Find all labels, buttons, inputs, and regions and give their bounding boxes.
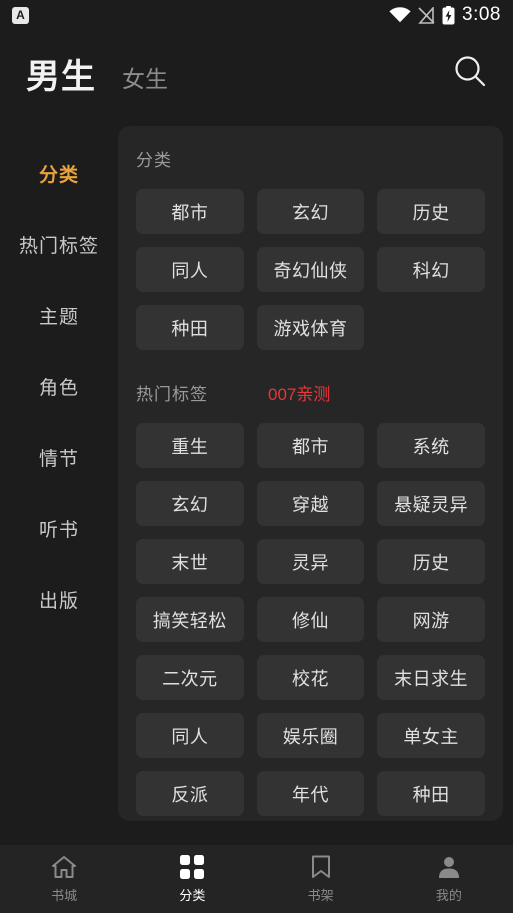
nav-label-bookstore: 书城 xyxy=(51,888,78,903)
nav-item-bookshelf[interactable]: 书架 xyxy=(257,845,385,913)
nav-item-category[interactable]: 分类 xyxy=(128,845,256,913)
chip-hot-14[interactable]: 末日求生 xyxy=(377,655,485,700)
chip-category-0[interactable]: 都市 xyxy=(136,189,244,234)
home-icon xyxy=(51,854,77,880)
chip-hot-15[interactable]: 同人 xyxy=(136,713,244,758)
chip-hot-5[interactable]: 悬疑灵异 xyxy=(377,481,485,526)
tag-panel[interactable]: 分类 都市 玄幻 历史 同人 奇幻仙侠 科幻 种田 游戏体育 热门标签 007亲… xyxy=(118,126,503,821)
chip-hot-9[interactable]: 搞笑轻松 xyxy=(136,597,244,642)
chip-category-4[interactable]: 奇幻仙侠 xyxy=(256,247,365,292)
category-sidebar: 分类 热门标签 主题 角色 情节 听书 出版 xyxy=(0,116,118,821)
status-bar-left: A xyxy=(12,6,29,24)
sidebar-item-role[interactable]: 角色 xyxy=(0,351,118,422)
section-title-hot-tags: 热门标签 xyxy=(136,385,208,404)
chip-hot-2[interactable]: 系统 xyxy=(377,423,485,468)
nav-label-bookshelf: 书架 xyxy=(307,888,334,903)
status-bar: A 3:08 xyxy=(0,0,513,30)
search-button[interactable] xyxy=(449,52,491,94)
sidebar-item-theme[interactable]: 主题 xyxy=(0,280,118,351)
main-content: 分类 热门标签 主题 角色 情节 听书 出版 分类 都市 玄幻 历史 同人 奇幻… xyxy=(0,116,513,821)
chip-hot-13[interactable]: 校花 xyxy=(256,655,365,700)
grid-icon xyxy=(179,854,205,880)
chip-hot-16[interactable]: 娱乐圈 xyxy=(256,713,365,758)
chip-category-2[interactable]: 历史 xyxy=(377,189,485,234)
nav-label-category: 分类 xyxy=(179,888,206,903)
wifi-icon xyxy=(389,7,411,23)
chip-hot-10[interactable]: 修仙 xyxy=(256,597,365,642)
chip-hot-1[interactable]: 都市 xyxy=(256,423,365,468)
status-bar-clock: 3:08 xyxy=(462,4,501,25)
app-notification-icon: A xyxy=(12,6,29,24)
nav-item-profile[interactable]: 我的 xyxy=(385,845,513,913)
chip-hot-6[interactable]: 末世 xyxy=(136,539,244,584)
nav-item-bookstore[interactable]: 书城 xyxy=(0,845,128,913)
chip-hot-7[interactable]: 灵异 xyxy=(256,539,365,584)
bottom-navigation: 书城 分类 书架 我的 xyxy=(0,845,513,913)
tab-female[interactable]: 女生 xyxy=(122,60,168,94)
nav-label-profile: 我的 xyxy=(435,888,462,903)
chip-hot-8[interactable]: 历史 xyxy=(377,539,485,584)
chip-hot-12[interactable]: 二次元 xyxy=(136,655,244,700)
watermark-label: 007亲测 xyxy=(268,385,331,404)
chip-hot-4[interactable]: 穿越 xyxy=(256,481,365,526)
chip-category-3[interactable]: 同人 xyxy=(136,247,244,292)
chip-hot-19[interactable]: 年代 xyxy=(256,771,365,816)
signal-off-icon xyxy=(418,6,435,24)
section-header-hot: 热门标签 007亲测 xyxy=(136,380,485,405)
chip-category-6[interactable]: 种田 xyxy=(136,305,244,350)
tab-male[interactable]: 男生 xyxy=(26,49,96,98)
sidebar-item-fenlei[interactable]: 分类 xyxy=(0,138,118,209)
sidebar-item-audiobook[interactable]: 听书 xyxy=(0,493,118,564)
chip-hot-0[interactable]: 重生 xyxy=(136,423,244,468)
section-title-category: 分类 xyxy=(136,151,172,170)
bookmark-icon xyxy=(310,854,332,880)
sidebar-item-plot[interactable]: 情节 xyxy=(0,422,118,493)
chip-hot-11[interactable]: 网游 xyxy=(377,597,485,642)
battery-charging-icon xyxy=(442,5,455,25)
person-icon xyxy=(437,854,461,880)
status-bar-right: 3:08 xyxy=(389,4,501,26)
chip-hot-17[interactable]: 单女主 xyxy=(377,713,485,758)
chip-hot-18[interactable]: 反派 xyxy=(136,771,244,816)
hot-tag-chip-grid: 重生 都市 系统 玄幻 穿越 悬疑灵异 末世 灵异 历史 搞笑轻松 修仙 网游 … xyxy=(136,423,485,816)
chip-category-1[interactable]: 玄幻 xyxy=(256,189,365,234)
chip-category-5[interactable]: 科幻 xyxy=(377,247,485,292)
chip-hot-3[interactable]: 玄幻 xyxy=(136,481,244,526)
category-chip-grid: 都市 玄幻 历史 同人 奇幻仙侠 科幻 种田 游戏体育 xyxy=(136,189,485,350)
page-header: 男生 女生 xyxy=(0,30,513,116)
chip-category-7[interactable]: 游戏体育 xyxy=(256,305,365,350)
sidebar-item-hot-tags[interactable]: 热门标签 xyxy=(0,209,118,280)
chip-hot-20[interactable]: 种田 xyxy=(377,771,485,816)
sidebar-item-publication[interactable]: 出版 xyxy=(0,564,118,635)
search-icon xyxy=(453,54,487,93)
